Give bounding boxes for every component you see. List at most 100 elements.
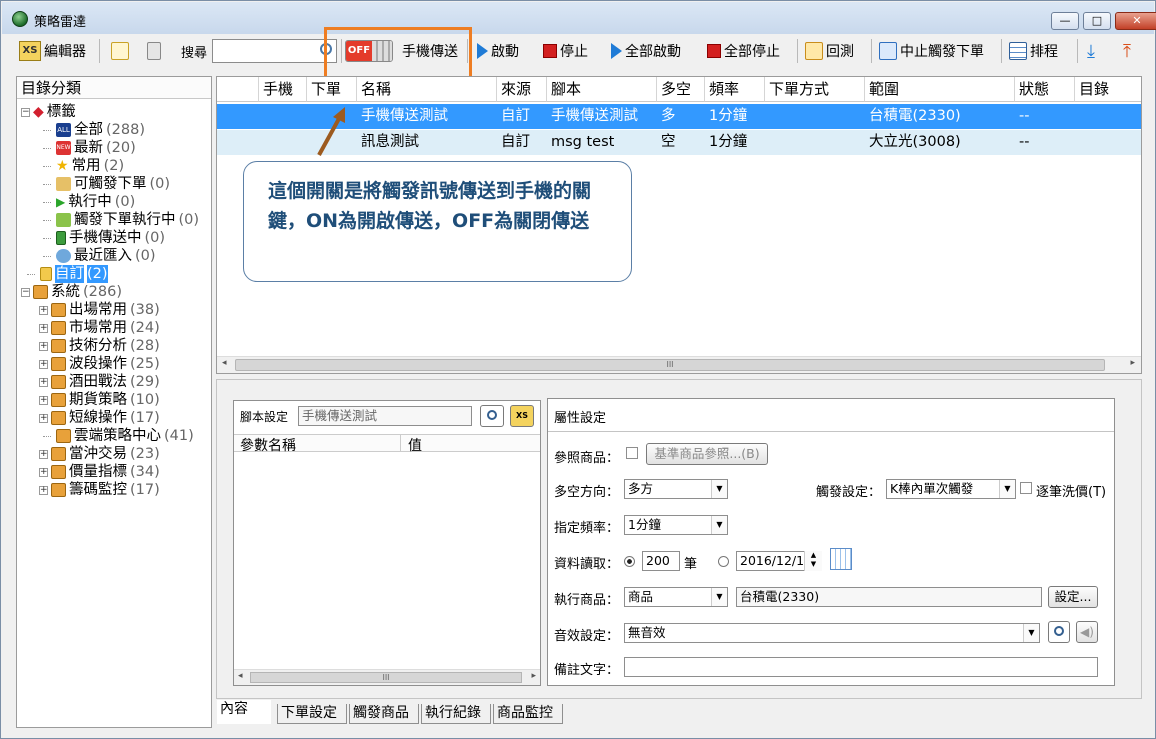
- folder-icon: [51, 411, 66, 425]
- expand-icon[interactable]: +: [39, 323, 48, 333]
- backtest-button[interactable]: 回測: [805, 37, 854, 65]
- expand-icon[interactable]: +: [39, 377, 48, 387]
- tree-node-tag-2[interactable]: ★ 常用 (2): [43, 157, 124, 175]
- tree-node-tag-3[interactable]: 可觸發下單 (0): [43, 175, 170, 193]
- param-scrollbar[interactable]: ◂ III ▸: [234, 669, 540, 685]
- read-count-field[interactable]: 200: [642, 551, 680, 571]
- stop-all-button[interactable]: 全部停止: [707, 37, 780, 65]
- tree-node-tag-1[interactable]: NEW 最新 (20): [43, 139, 136, 157]
- tree-node-custom[interactable]: 自訂 (2): [27, 265, 108, 283]
- ref-checkbox[interactable]: [626, 447, 638, 459]
- tree-label: 可觸發下單: [74, 176, 147, 192]
- scroll-right-icon[interactable]: ▸: [1130, 358, 1135, 368]
- tree-node-tag-0[interactable]: ALL 全部 (288): [43, 121, 145, 139]
- phone-icon: [56, 231, 66, 245]
- table-row[interactable]: 訊息測試 自訂 msg test 空 1分鐘 大立光(3008) --: [217, 130, 1141, 155]
- play-sound-button[interactable]: ◀): [1076, 621, 1098, 643]
- grid-col-header-3[interactable]: 來源: [497, 77, 547, 102]
- scroll-thumb[interactable]: III: [235, 359, 1105, 371]
- grid-col-header-8[interactable]: 範圍: [865, 77, 1015, 102]
- tree-node-system[interactable]: − 系統 (286): [21, 283, 122, 301]
- tree-node-system-2[interactable]: + 技術分析 (28): [39, 337, 160, 355]
- expand-icon[interactable]: +: [39, 395, 48, 405]
- delete-button[interactable]: [147, 37, 161, 65]
- export-button[interactable]: ⤒: [1123, 37, 1131, 65]
- minimize-button[interactable]: —: [1051, 12, 1079, 30]
- editor-button[interactable]: XS 編輯器: [19, 37, 86, 65]
- import-button[interactable]: ⤓: [1087, 37, 1095, 65]
- scroll-right-icon[interactable]: ▸: [531, 671, 536, 681]
- table-row[interactable]: 手機傳送測試 自訂 手機傳送測試 多 1分鐘 台積電(2330) --: [217, 104, 1141, 129]
- tree-node-system-10[interactable]: + 籌碼監控 (17): [39, 481, 160, 499]
- new-script-button[interactable]: [111, 37, 129, 65]
- scroll-left-icon[interactable]: ◂: [238, 671, 243, 681]
- grid-col-header-2[interactable]: 名稱: [357, 77, 497, 102]
- chevron-down-icon: ▼: [711, 516, 727, 534]
- tree-node-tags[interactable]: − ◆ 標籤: [21, 103, 76, 121]
- grid-col-header-10[interactable]: 目錄: [1075, 77, 1141, 102]
- scroll-left-icon[interactable]: ◂: [222, 358, 227, 368]
- calendar-picker-icon[interactable]: [830, 548, 852, 570]
- tree-node-system-8[interactable]: + 當沖交易 (23): [39, 445, 160, 463]
- tree-node-system-1[interactable]: + 市場常用 (24): [39, 319, 160, 337]
- tree-node-system-9[interactable]: + 價量指標 (34): [39, 463, 160, 481]
- stop-trigger-button[interactable]: 中止觸發下單: [879, 37, 984, 65]
- expand-icon[interactable]: +: [39, 341, 48, 351]
- tick-checkbox[interactable]: [1020, 482, 1032, 494]
- grid-col-header-4[interactable]: 腳本: [547, 77, 657, 102]
- tree-node-tag-4[interactable]: ▶ 執行中 (0): [43, 193, 135, 211]
- sound-search-button[interactable]: [1048, 621, 1070, 643]
- grid-header-blank[interactable]: [217, 77, 259, 102]
- tab-1[interactable]: 下單設定: [277, 704, 347, 724]
- direction-select[interactable]: 多方 ▼: [624, 479, 728, 499]
- search-input[interactable]: [212, 39, 337, 63]
- grid-col-header-1[interactable]: 下單: [307, 77, 357, 102]
- scroll-thumb[interactable]: III: [250, 672, 522, 683]
- tab-0[interactable]: 內容: [217, 700, 271, 724]
- tree-node-system-6[interactable]: + 短線操作 (17): [39, 409, 160, 427]
- tree-node-tag-7[interactable]: 最近匯入 (0): [43, 247, 156, 265]
- tree-node-tag-5[interactable]: 觸發下單執行中 (0): [43, 211, 199, 229]
- grid-col-header-7[interactable]: 下單方式: [765, 77, 865, 102]
- grid-col-header-0[interactable]: 手機: [259, 77, 307, 102]
- tree-node-system-5[interactable]: + 期貨策略 (10): [39, 391, 160, 409]
- tree-node-system-0[interactable]: + 出場常用 (38): [39, 301, 160, 319]
- grid-col-header-6[interactable]: 頻率: [705, 77, 765, 102]
- tree-node-system-3[interactable]: + 波段操作 (25): [39, 355, 160, 373]
- start-all-button[interactable]: 全部啟動: [611, 37, 681, 65]
- expand-icon[interactable]: +: [39, 467, 48, 477]
- expand-icon[interactable]: +: [39, 449, 48, 459]
- ref-product-button[interactable]: 基準商品參照...(B): [646, 443, 768, 465]
- schedule-button[interactable]: 排程: [1009, 37, 1058, 65]
- date-spinner[interactable]: ▲ ▼: [804, 551, 822, 571]
- trigger-select[interactable]: K棒內單次觸發 ▼: [886, 479, 1016, 499]
- tree-node-system-7[interactable]: 雲端策略中心 (41): [43, 427, 194, 445]
- collapse-icon[interactable]: −: [21, 107, 30, 117]
- collapse-icon[interactable]: −: [21, 287, 30, 297]
- tab-4[interactable]: 商品監控: [493, 704, 563, 724]
- exec-settings-button[interactable]: 設定...: [1048, 586, 1098, 608]
- tree-node-system-4[interactable]: + 酒田戰法 (29): [39, 373, 160, 391]
- grid-col-header-5[interactable]: 多空: [657, 77, 705, 102]
- xs-open-button[interactable]: XS: [510, 405, 534, 427]
- stop-button[interactable]: 停止: [543, 37, 588, 65]
- tab-3[interactable]: 執行紀錄: [421, 704, 491, 724]
- tree-node-tag-6[interactable]: 手機傳送中 (0): [43, 229, 165, 247]
- sound-select[interactable]: 無音效 ▼: [624, 623, 1040, 643]
- grid-col-header-9[interactable]: 狀態: [1015, 77, 1075, 102]
- read-count-radio[interactable]: [624, 556, 635, 567]
- tab-2[interactable]: 觸發商品: [349, 704, 419, 724]
- read-date-radio[interactable]: [718, 556, 729, 567]
- expand-icon[interactable]: +: [39, 413, 48, 423]
- expand-icon[interactable]: +: [39, 485, 48, 495]
- close-button[interactable]: ✕: [1115, 12, 1156, 30]
- exec-type-select[interactable]: 商品 ▼: [624, 587, 728, 607]
- maximize-button[interactable]: □: [1083, 12, 1111, 30]
- note-field[interactable]: [624, 657, 1098, 677]
- expand-icon[interactable]: +: [39, 359, 48, 369]
- script-search-button[interactable]: [480, 405, 504, 427]
- horizontal-scrollbar[interactable]: ◂ III ▸: [217, 356, 1141, 373]
- start-button[interactable]: 啟動: [477, 37, 519, 65]
- expand-icon[interactable]: +: [39, 305, 48, 315]
- freq-select[interactable]: 1分鐘 ▼: [624, 515, 728, 535]
